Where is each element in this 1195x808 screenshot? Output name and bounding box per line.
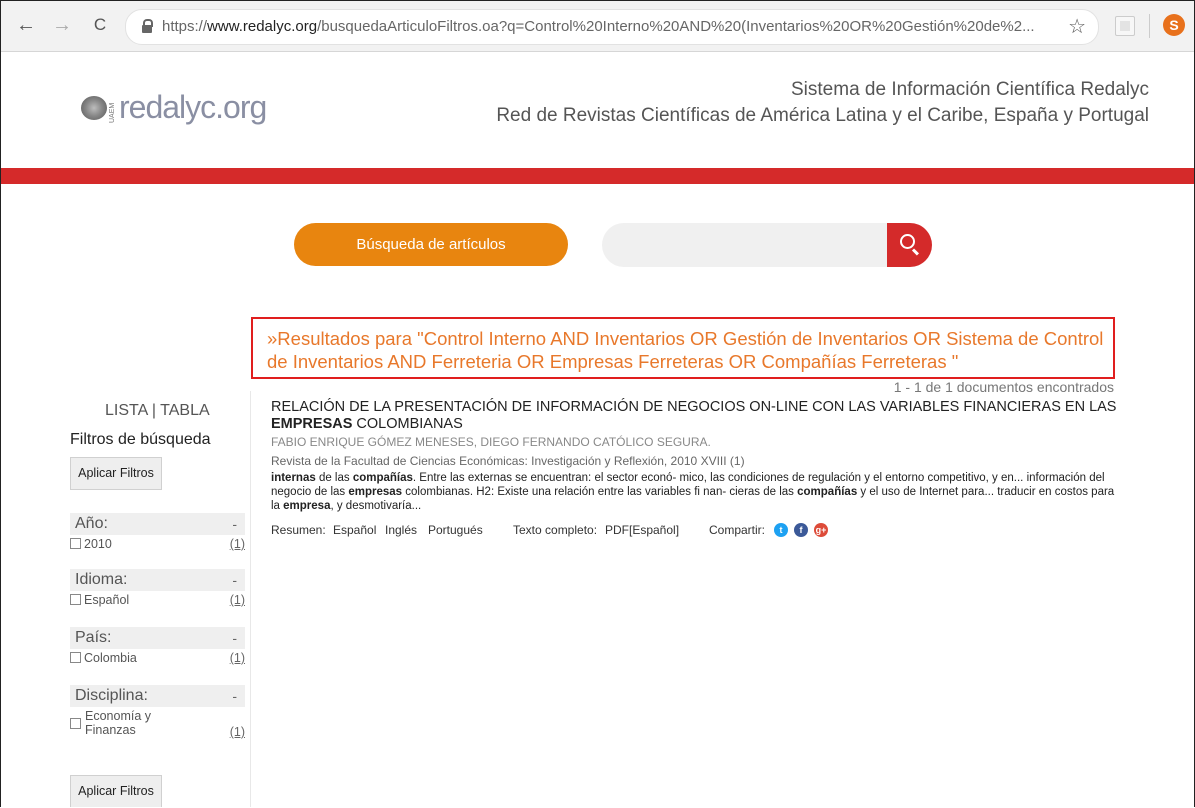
facet-title: Idioma:	[75, 571, 128, 588]
snippet-segment: empresas	[348, 486, 403, 498]
results-heading-box: »Resultados para "Control Interno AND In…	[251, 317, 1115, 379]
browser-window: ← → C https://www.redalyc.org/busquedaAr…	[0, 0, 1195, 807]
article-title[interactable]: RELACIÓN DE LA PRESENTACIÓN DE INFORMACI…	[271, 399, 1121, 433]
results-count: 1 - 1 de 1 documentos encontrados	[893, 379, 1114, 395]
lock-icon	[142, 19, 153, 33]
forward-arrow-icon[interactable]: →	[51, 14, 73, 36]
summary-link-portuguese[interactable]: Portugués	[428, 523, 483, 537]
reload-icon[interactable]: C	[89, 14, 111, 36]
facebook-share-icon[interactable]: f	[794, 523, 808, 537]
twitter-share-icon[interactable]: t	[774, 523, 788, 537]
uaem-emblem-icon	[81, 96, 107, 120]
tagline-line-2: Red de Revistas Científicas de América L…	[496, 105, 1149, 126]
toolbar-divider	[1149, 14, 1150, 38]
article-links: Resumen: Español Inglés Portugués Texto …	[271, 523, 1121, 541]
search-articles-tab[interactable]: Búsqueda de artículos	[294, 223, 568, 266]
facet-option-label: Español	[84, 593, 130, 607]
article-result: RELACIÓN DE LA PRESENTACIÓN DE INFORMACI…	[271, 399, 1121, 541]
filters-title: Filtros de búsqueda	[70, 431, 211, 448]
facet-option: 2010 (1)	[70, 537, 245, 553]
snippet-segment: colombianas. H2: Existe una relación ent…	[402, 486, 798, 498]
facet-title: Disciplina:	[75, 687, 148, 704]
address-bar[interactable]: https://www.redalyc.org/busquedaArticulo…	[125, 9, 1099, 45]
logo-side-text: UAEM	[109, 102, 116, 123]
url-scheme: https://	[162, 18, 208, 35]
header-red-bar	[1, 168, 1194, 184]
google-plus-share-icon[interactable]: g+	[814, 523, 828, 537]
facet-option-label: Colombia	[84, 651, 137, 665]
facet-count-link[interactable]: (1)	[230, 725, 245, 739]
fulltext-pdf-link[interactable]: PDF[Español]	[605, 523, 679, 537]
collapse-icon[interactable]: -	[232, 627, 237, 649]
facet-language: Idioma: - Español (1)	[70, 569, 245, 609]
collapse-icon[interactable]: -	[232, 513, 237, 535]
site-tagline: Sistema de Información Científica Redaly…	[496, 77, 1149, 129]
url-text[interactable]: https://www.redalyc.org/busquedaArticulo…	[162, 18, 1042, 35]
results-heading: »Resultados para "Control Interno AND In…	[267, 328, 1104, 372]
facet-count-link[interactable]: (1)	[230, 537, 245, 551]
facet-option: Colombia (1)	[70, 651, 245, 667]
view-toggle: LISTA | TABLA	[105, 402, 210, 420]
apply-filters-button-bottom[interactable]: Aplicar Filtros	[70, 775, 162, 807]
search-icon	[900, 234, 915, 249]
facet-title: País:	[75, 629, 112, 646]
sidebar-divider	[250, 391, 251, 807]
snippet-segment: empresa	[283, 500, 331, 512]
fulltext-label: Texto completo:	[513, 523, 598, 537]
facet-option-label: Economía y Finanzas	[85, 709, 152, 737]
browser-toolbar: ← → C https://www.redalyc.org/busquedaAr…	[1, 1, 1194, 52]
facet-count-link[interactable]: (1)	[230, 593, 245, 607]
article-snippet: internas de las compañías. Entre las ext…	[271, 471, 1121, 513]
share-label: Compartir:	[709, 523, 766, 537]
search-button[interactable]	[887, 223, 932, 267]
summary-link-spanish[interactable]: Español	[333, 523, 376, 537]
article-authors: FABIO ENRIQUE GÓMEZ MENESES, DIEGO FERNA…	[271, 435, 711, 449]
facet-country: País: - Colombia (1)	[70, 627, 245, 667]
url-path: /busquedaArticuloFiltros.oa?q=Control%20…	[317, 18, 1035, 35]
logo-text: redalyc.org	[119, 89, 267, 125]
url-host: www.redalyc.org	[207, 18, 318, 35]
apply-filters-button-top[interactable]: Aplicar Filtros	[70, 457, 162, 490]
checkbox[interactable]	[70, 718, 81, 729]
facet-option: Economía y Finanzas (1)	[70, 709, 245, 741]
redalyc-logo[interactable]: UAEM redalyc.org	[75, 89, 285, 129]
facet-discipline: Disciplina: - Economía y Finanzas (1)	[70, 685, 245, 741]
facet-year: Año: - 2010 (1)	[70, 513, 245, 553]
collapse-icon[interactable]: -	[232, 569, 237, 591]
summary-link-english[interactable]: Inglés	[385, 523, 417, 537]
view-list-link[interactable]: LISTA	[105, 402, 147, 419]
snippet-segment: internas	[271, 472, 316, 484]
facet-title: Año:	[75, 515, 108, 532]
extension-icon[interactable]	[1115, 16, 1135, 36]
profile-avatar[interactable]: S	[1163, 14, 1185, 36]
back-arrow-icon[interactable]: ←	[15, 14, 37, 36]
article-journal[interactable]: Revista de la Facultad de Ciencias Econó…	[271, 454, 1121, 468]
checkbox[interactable]	[70, 538, 81, 549]
facet-option-label: 2010	[84, 537, 112, 551]
facet-option: Español (1)	[70, 593, 245, 609]
snippet-segment: compañías	[352, 472, 413, 484]
collapse-icon[interactable]: -	[232, 685, 237, 707]
snippet-segment: compañías	[797, 486, 858, 498]
snippet-segment: de las	[315, 472, 353, 484]
facet-count-link[interactable]: (1)	[230, 651, 245, 665]
search-input[interactable]	[602, 223, 890, 267]
summary-label: Resumen:	[271, 523, 326, 537]
view-separator: |	[147, 402, 161, 419]
view-table-link[interactable]: TABLA	[160, 402, 210, 419]
bookmark-star-icon[interactable]: ☆	[1068, 14, 1086, 39]
tagline-line-1: Sistema de Información Científica Redaly…	[791, 79, 1149, 100]
checkbox[interactable]	[70, 652, 81, 663]
checkbox[interactable]	[70, 594, 81, 605]
snippet-segment: , y desmotivaría...	[330, 500, 422, 512]
